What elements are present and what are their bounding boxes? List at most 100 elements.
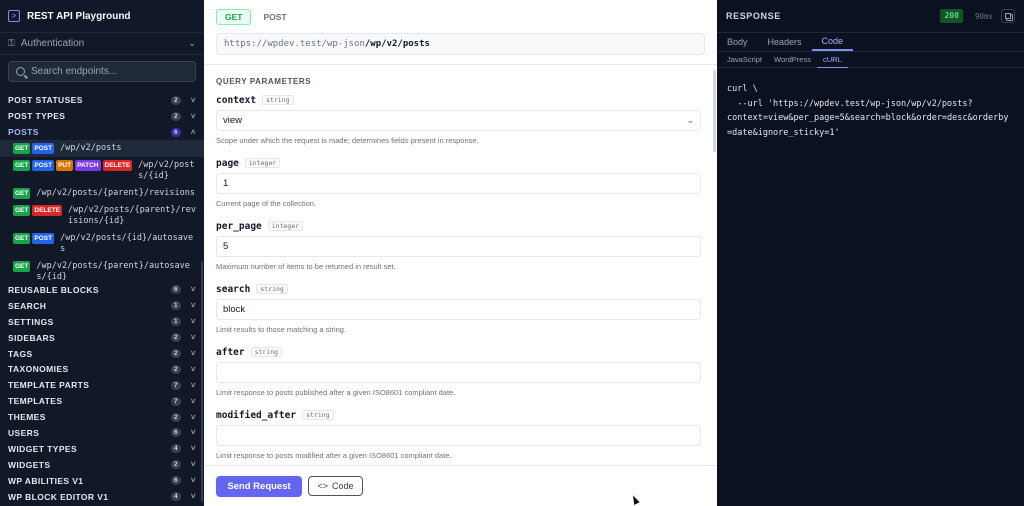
send-request-button[interactable]: Send Request [216, 475, 302, 497]
group-templates[interactable]: TEMPLATES 7 ˅ [0, 393, 204, 409]
param-header: context string [216, 93, 701, 107]
param-description: Limit results to those matching a string… [216, 325, 347, 334]
url-base: https://wpdev.test/wp-json [224, 39, 365, 49]
search-input[interactable]: Search endpoints... [8, 61, 196, 82]
tab-code[interactable]: Code [811, 33, 854, 51]
route-item[interactable]: GET POST/wp/v2/posts [0, 140, 204, 157]
chevron-down-icon: ˅ [190, 476, 196, 486]
group-themes[interactable]: THEMES 2 ˅ [0, 409, 204, 425]
group-tags[interactable]: TAGS 2 ˅ [0, 346, 204, 362]
group-count-badge: 1 [170, 301, 181, 311]
tab-headers[interactable]: Headers [758, 33, 812, 51]
group-post-statuses[interactable]: POST STATUSES 2 ˅ [0, 92, 204, 108]
group-widgets[interactable]: WIDGETS 2 ˅ [0, 457, 204, 473]
param-value: 1 [223, 178, 229, 189]
tab-wordpress[interactable]: WordPress [768, 52, 817, 68]
language-tabs: JavaScript WordPress cURL [717, 52, 1024, 68]
param-select[interactable]: view ⌄ [216, 110, 701, 131]
method-badge-post: POST [32, 160, 55, 171]
param-value: view [223, 115, 243, 126]
group-label: TAGS [8, 348, 33, 359]
group-count-badge: 6 [170, 428, 181, 438]
param-header: page integer [216, 156, 701, 170]
method-badge-get: GET [13, 205, 31, 216]
param-header: search string [216, 282, 701, 296]
route-path: /wp/v2/posts/{parent}/revisions [36, 188, 196, 198]
param-input[interactable] [216, 362, 701, 383]
url-route: /wp/v2/posts [364, 39, 430, 49]
sidebar-scrollbar[interactable] [201, 262, 203, 502]
route-item[interactable]: GET DELETE/wp/v2/posts/{parent}/revisions… [0, 202, 204, 230]
group-label: SIDEBARS [8, 332, 56, 343]
group-post-types[interactable]: POST TYPES 2 ˅ [0, 108, 204, 124]
method-badge-post: POST [32, 233, 55, 244]
tab-curl[interactable]: cURL [816, 52, 848, 68]
group-reusable-blocks[interactable]: REUSABLE BLOCKS 6 ˅ [0, 282, 204, 298]
tab-javascript[interactable]: JavaScript [721, 52, 768, 68]
param-input[interactable]: 5 [216, 236, 701, 257]
route-path: /wp/v2/posts/{id} [138, 160, 195, 181]
tab-body[interactable]: Body [717, 33, 758, 51]
group-label: TAXONOMIES [8, 364, 69, 375]
param-input[interactable]: 1 [216, 173, 701, 194]
group-users[interactable]: USERS 6 ˅ [0, 425, 204, 441]
group-label: TEMPLATE PARTS [8, 380, 90, 391]
param-name: per_page [216, 220, 262, 232]
method-badge-get: GET [13, 261, 31, 272]
group-wp-abilities-v1[interactable]: WP ABILITIES V1 6 ˅ [0, 473, 204, 489]
group-count-badge: 6 [170, 285, 181, 295]
group-taxonomies[interactable]: TAXONOMIES 2 ˅ [0, 361, 204, 377]
param-type-badge: integer [267, 221, 304, 231]
params-scrollbar[interactable] [713, 70, 716, 152]
param-type-badge: integer [244, 158, 281, 168]
chevron-down-icon: ˅ [190, 492, 196, 502]
param-type-badge: string [302, 410, 334, 420]
param-search: search string block Limit results to those … [216, 282, 701, 336]
status-badge: 200 [940, 9, 963, 23]
tab-post[interactable]: POST [255, 9, 294, 25]
group-count-badge: 6 [170, 476, 181, 486]
endpoint-groups-top: POST STATUSES 2 ˅ POST TYPES 2 ˅ POSTS 6 ˄ GET PO… [0, 92, 204, 286]
group-label: SEARCH [8, 300, 47, 311]
group-label: POST STATUSES [8, 95, 83, 105]
group-sidebars[interactable]: SIDEBARS 2 ˅ [0, 330, 204, 346]
route-item[interactable]: GET/wp/v2/posts/{parent}/revisions [0, 185, 204, 202]
chevron-up-icon: ˄ [190, 127, 196, 137]
param-description: Scope under which the request is made; d… [216, 136, 479, 145]
query-parameters: QUERY PARAMETERS context string view ⌄ Scope… [216, 77, 701, 485]
param-header: per_page integer [216, 219, 701, 233]
endpoint-groups-bottom: REUSABLE BLOCKS 6 ˅ SEARCH 1 ˅ SETTINGS 1 ˅ SIDEB… [0, 282, 204, 504]
group-label: POSTS [8, 127, 39, 137]
group-count-badge: 7 [170, 380, 181, 390]
chevron-down-icon: ˅ [190, 95, 196, 105]
tab-get[interactable]: GET [216, 9, 252, 25]
group-count-badge: 7 [170, 396, 181, 406]
group-settings[interactable]: SETTINGS 1 ˅ [0, 314, 204, 330]
param-context: context string view ⌄ Scope under which the … [216, 93, 701, 147]
group-count-badge: 2 [170, 349, 181, 358]
authentication-toggle[interactable]: ⚿ Authentication ⌄ [0, 33, 204, 55]
group-search[interactable]: SEARCH 1 ˅ [0, 298, 204, 314]
code-button[interactable]: <> Code [308, 476, 363, 496]
search-icon [16, 67, 25, 76]
group-count-badge: 2 [170, 95, 181, 105]
chevron-down-icon: ˅ [190, 111, 196, 121]
chevron-down-icon: ˅ [190, 460, 196, 470]
copy-button[interactable] [1001, 9, 1015, 23]
param-input[interactable] [216, 425, 701, 446]
group-count-badge: 2 [170, 412, 181, 422]
method-badge-get: GET [13, 160, 31, 171]
group-wp-block-editor-v1[interactable]: WP BLOCK EDITOR V1 4 ˅ [0, 489, 204, 505]
route-item[interactable]: GET POST PUT PATCH DELETE/wp/v2/posts/{id} [0, 157, 204, 185]
group-widget-types[interactable]: WIDGET TYPES 4 ˅ [0, 441, 204, 457]
group-label: USERS [8, 427, 40, 438]
group-template-parts[interactable]: TEMPLATE PARTS 7 ˅ [0, 377, 204, 393]
route-path: /wp/v2/posts/{parent}/autosaves/{id} [36, 261, 190, 282]
method-badge-get: GET [13, 188, 31, 199]
route-item[interactable]: GET POST/wp/v2/posts/{id}/autosaves [0, 230, 204, 258]
response-tabs: Body Headers Code [717, 33, 1024, 52]
group-posts[interactable]: POSTS 6 ˄ [0, 124, 204, 140]
param-per-page: per_page integer 5 Maximum number of items … [216, 219, 701, 273]
group-count-badge: 2 [170, 460, 181, 470]
param-input[interactable]: block [216, 299, 701, 320]
